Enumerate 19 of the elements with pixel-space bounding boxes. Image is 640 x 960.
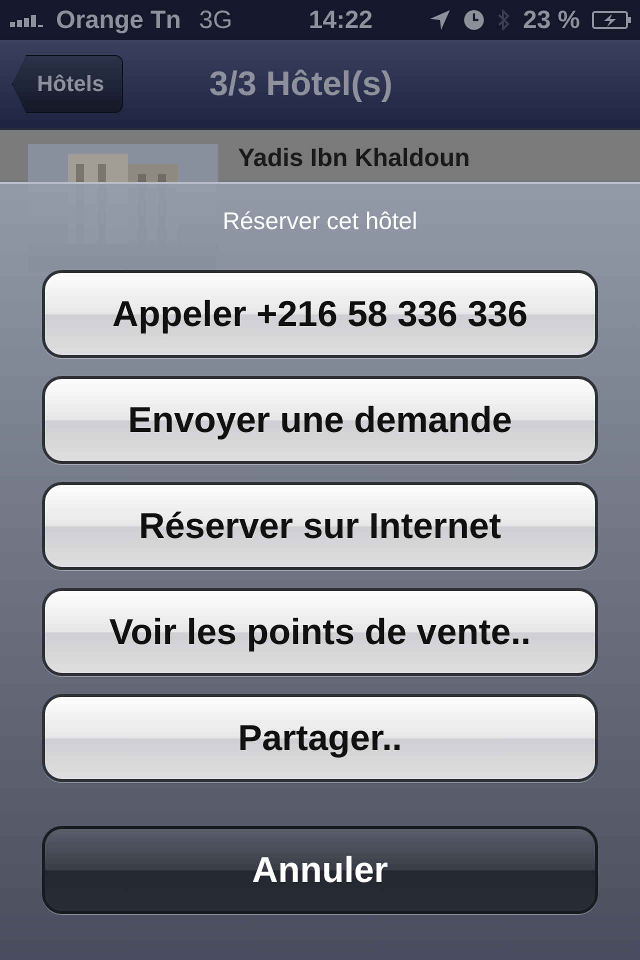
location-arrow-icon (429, 9, 452, 31)
battery-charging-icon (592, 10, 632, 30)
bluetooth-icon (497, 9, 512, 31)
network-type: 3G (199, 6, 232, 34)
action-button[interactable]: Réserver sur Internet (42, 482, 598, 570)
cancel-button[interactable]: Annuler (42, 826, 598, 914)
action-button[interactable]: Voir les points de vente.. (42, 588, 598, 676)
clock-time: 14:22 (308, 6, 373, 34)
hotel-name: Yadis Ibn Khaldoun (238, 144, 471, 174)
clock-icon (463, 9, 486, 31)
action-button[interactable]: Envoyer une demande (42, 376, 598, 464)
action-button[interactable]: Appeler +216 58 336 336 (42, 270, 598, 358)
nav-title: 3/3 Hôtel(s) (209, 64, 393, 104)
carrier-name: Orange Tn (56, 6, 182, 34)
sheet-title: Réserver cet hôtel (222, 208, 418, 237)
battery-percent: 23 % (523, 6, 580, 34)
back-button[interactable]: Hôtels (12, 55, 124, 113)
action-button[interactable]: Partager.. (42, 694, 598, 782)
signal-icon (10, 13, 44, 27)
